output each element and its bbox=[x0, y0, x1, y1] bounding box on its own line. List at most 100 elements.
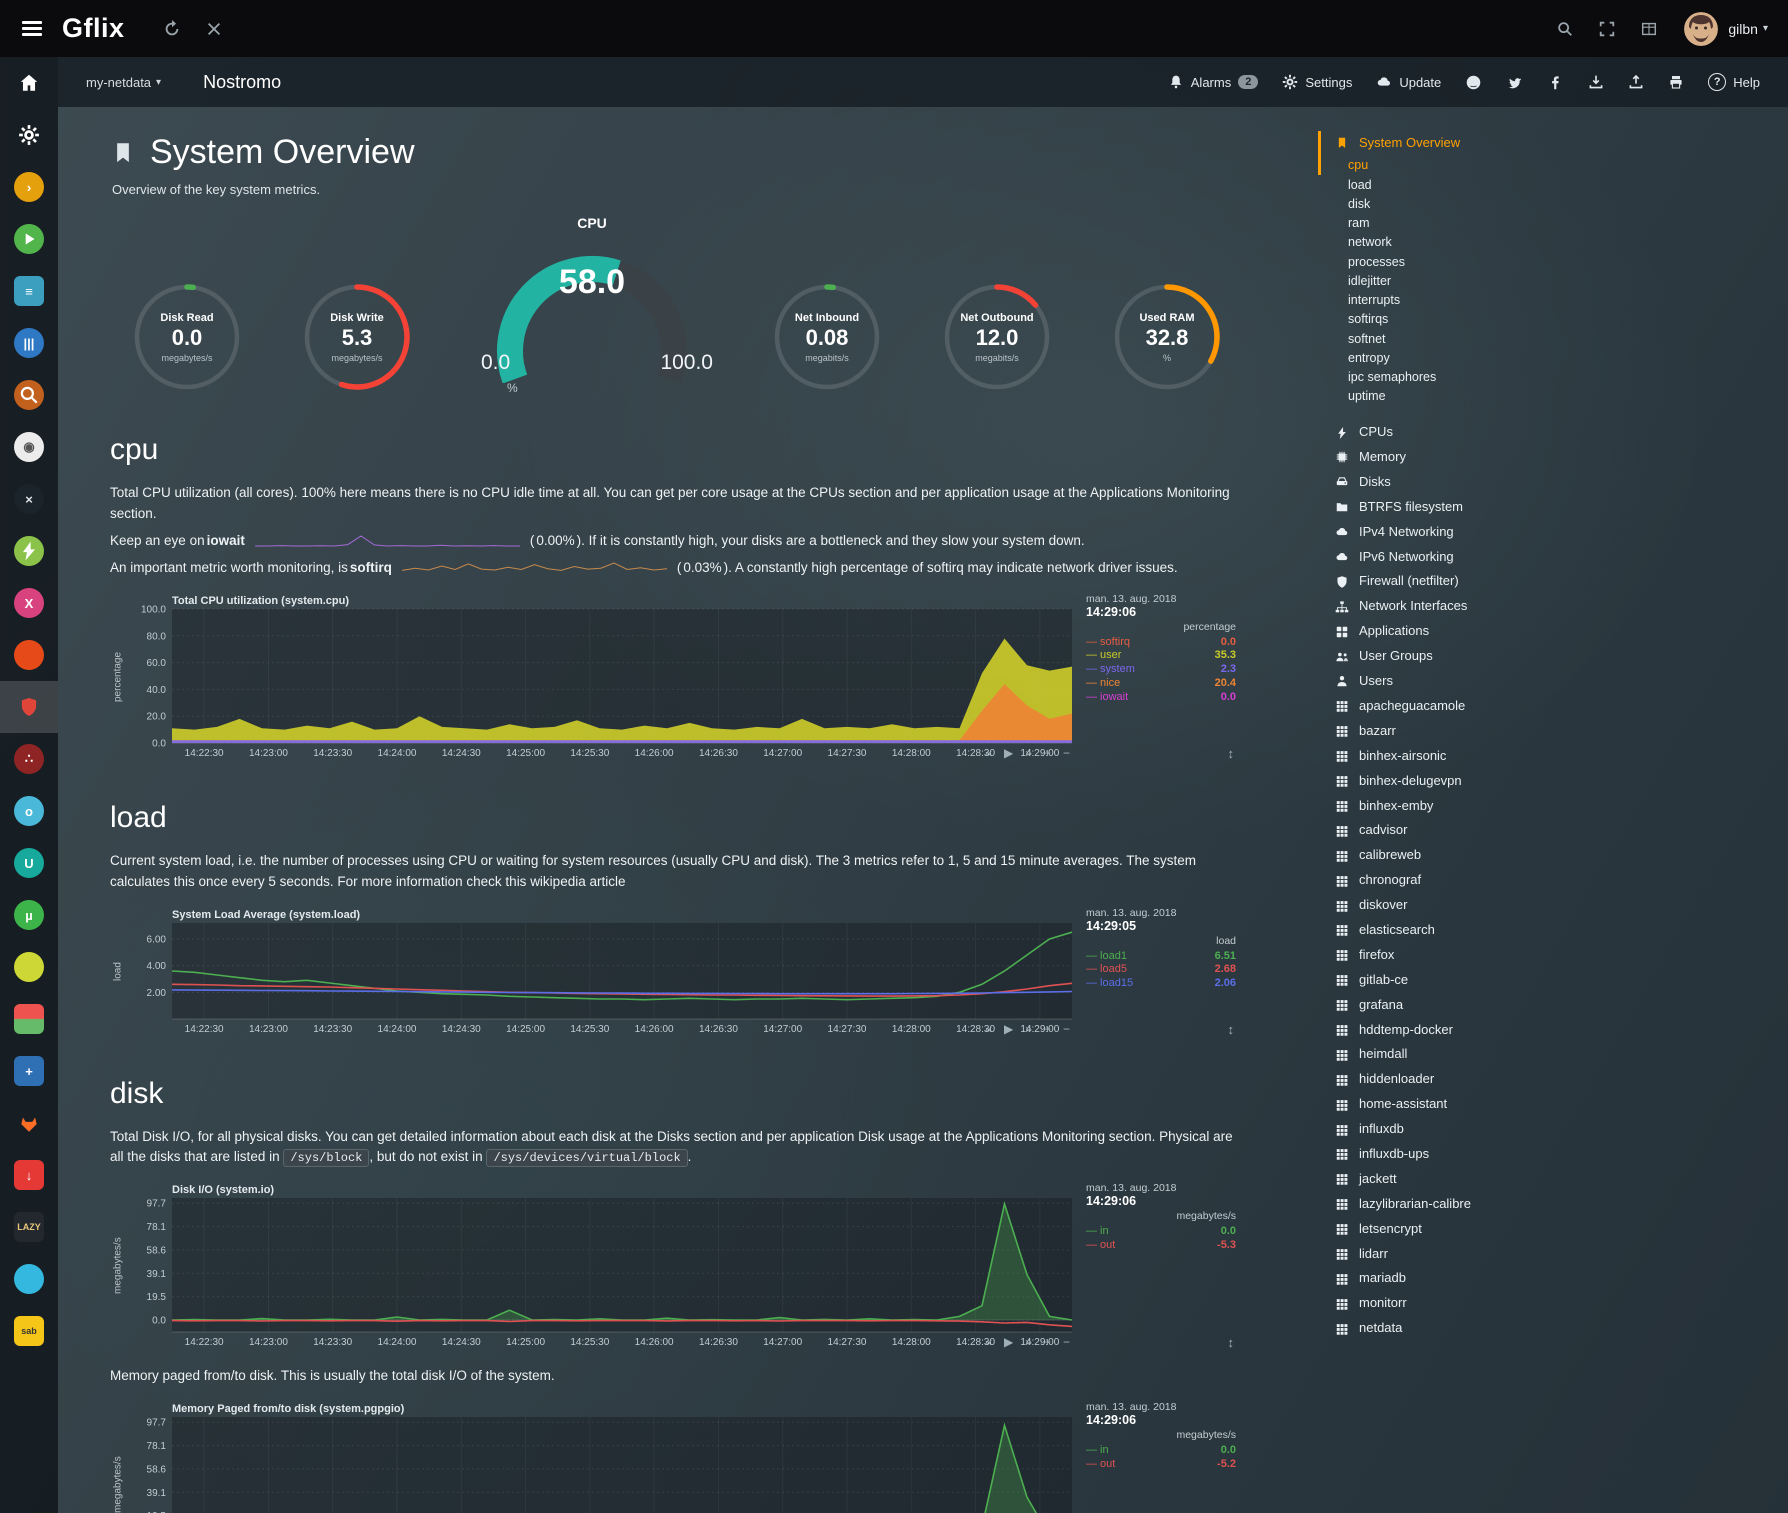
pan-end-button[interactable]: » bbox=[1025, 1022, 1032, 1036]
menu-memory[interactable]: Memory bbox=[1318, 445, 1788, 470]
rail-app-17[interactable]: µ bbox=[0, 889, 58, 941]
play-button[interactable]: ▶ bbox=[1004, 1335, 1013, 1349]
menu-jackett[interactable]: jackett bbox=[1318, 1167, 1788, 1192]
chart-system-load[interactable]: load14:22:3014:23:0014:23:3014:24:0014:2… bbox=[110, 907, 1284, 1037]
menu-softnet[interactable]: softnet bbox=[1318, 329, 1788, 348]
rail-app-lazylibrarian[interactable]: LAZY bbox=[0, 1201, 58, 1253]
pan-start-button[interactable]: « bbox=[985, 746, 992, 760]
menu-lazylibrarian-calibre[interactable]: lazylibrarian-calibre bbox=[1318, 1192, 1788, 1217]
home[interactable] bbox=[0, 57, 58, 109]
tabs-view-icon[interactable] bbox=[1640, 20, 1658, 38]
brand[interactable]: Gflix bbox=[62, 13, 125, 44]
user-menu[interactable]: gilbn ▾ bbox=[1728, 21, 1768, 37]
settings-button[interactable]: Settings bbox=[1282, 74, 1352, 90]
chart-system-pgpgio[interactable]: megabytes/s14:22:3014:23:0014:23:3014:24… bbox=[110, 1401, 1284, 1513]
menu-user-groups[interactable]: User Groups bbox=[1318, 644, 1788, 669]
menu-btrfs-filesystem[interactable]: BTRFS filesystem bbox=[1318, 495, 1788, 520]
menu-uptime[interactable]: uptime bbox=[1318, 387, 1788, 406]
zoom-out-button[interactable]: − bbox=[1063, 746, 1070, 760]
rail-app-jackett[interactable] bbox=[0, 369, 58, 421]
menu-ipv4-networking[interactable]: IPv4 Networking bbox=[1318, 520, 1788, 545]
rail-app-22[interactable]: ↓ bbox=[0, 1149, 58, 1201]
menu-interrupts[interactable]: interrupts bbox=[1318, 291, 1788, 310]
play-button[interactable]: ▶ bbox=[1004, 746, 1013, 760]
pan-end-button[interactable]: » bbox=[1025, 1335, 1032, 1349]
menu-netdata[interactable]: netdata bbox=[1318, 1316, 1788, 1341]
menu-system-overview[interactable]: System Overview bbox=[1318, 131, 1788, 156]
resize-handle[interactable]: ↕ bbox=[1228, 746, 1235, 761]
avatar[interactable] bbox=[1684, 12, 1718, 46]
menu-home-assistant[interactable]: home-assistant bbox=[1318, 1092, 1788, 1117]
menu-calibreweb[interactable]: calibreweb bbox=[1318, 843, 1788, 868]
print-button[interactable] bbox=[1668, 74, 1684, 90]
zoom-in-button[interactable]: + bbox=[1044, 1022, 1051, 1036]
refresh-icon[interactable] bbox=[163, 20, 181, 38]
fullscreen-icon[interactable] bbox=[1598, 20, 1616, 38]
menu-load[interactable]: load bbox=[1318, 175, 1788, 194]
rail-app-organizr[interactable]: × bbox=[0, 473, 58, 525]
menu-chronograf[interactable]: chronograf bbox=[1318, 868, 1788, 893]
menu-processes[interactable]: processes bbox=[1318, 252, 1788, 271]
menu-firefox[interactable]: firefox bbox=[1318, 943, 1788, 968]
menu-ram[interactable]: ram bbox=[1318, 214, 1788, 233]
rail-app-airsonic[interactable]: ||| bbox=[0, 317, 58, 369]
menu-users[interactable]: Users bbox=[1318, 669, 1788, 694]
menu-gitlab-ce[interactable]: gitlab-ce bbox=[1318, 968, 1788, 993]
legend-out[interactable]: — out-5.3 bbox=[1086, 1239, 1236, 1253]
rail-app-14[interactable]: ∴ bbox=[0, 733, 58, 785]
pan-start-button[interactable]: « bbox=[985, 1335, 992, 1349]
menu-firewall-netfilter[interactable]: Firewall (netfilter) bbox=[1318, 569, 1788, 594]
menu-bazarr[interactable]: bazarr bbox=[1318, 719, 1788, 744]
github-link[interactable] bbox=[1465, 74, 1482, 91]
pan-start-button[interactable]: « bbox=[985, 1022, 992, 1036]
menu-apacheguacamole[interactable]: apacheguacamole bbox=[1318, 694, 1788, 719]
iowait-sparkline[interactable] bbox=[255, 534, 520, 548]
legend-load15[interactable]: — load152.06 bbox=[1086, 977, 1236, 991]
rail-app-sabnzbd[interactable]: sab bbox=[0, 1305, 58, 1357]
rail-app-11[interactable]: X bbox=[0, 577, 58, 629]
menu-cpu[interactable]: cpu bbox=[1318, 156, 1788, 175]
menu-ipv6-networking[interactable]: IPv6 Networking bbox=[1318, 545, 1788, 570]
menu-cadvisor[interactable]: cadvisor bbox=[1318, 818, 1788, 843]
menu-idlejitter[interactable]: idlejitter bbox=[1318, 271, 1788, 290]
softirq-sparkline[interactable] bbox=[402, 561, 667, 575]
menu-heimdall[interactable]: heimdall bbox=[1318, 1042, 1788, 1067]
menu-mariadb[interactable]: mariadb bbox=[1318, 1266, 1788, 1291]
menu-binhex-emby[interactable]: binhex-emby bbox=[1318, 794, 1788, 819]
chart-system-io[interactable]: megabytes/s14:22:3014:23:0014:23:3014:24… bbox=[110, 1182, 1284, 1350]
menu-icon[interactable] bbox=[16, 12, 48, 46]
gauge-net-outbound[interactable]: Net Outbound12.0megabits/s bbox=[941, 281, 1053, 393]
play-button[interactable]: ▶ bbox=[1004, 1022, 1013, 1036]
menu-binhex-airsonic[interactable]: binhex-airsonic bbox=[1318, 744, 1788, 769]
menu-hddtemp-docker[interactable]: hddtemp-docker bbox=[1318, 1018, 1788, 1043]
rail-app-netdata[interactable] bbox=[0, 681, 58, 733]
facebook-link[interactable] bbox=[1547, 74, 1564, 91]
rail-app-gitlab[interactable] bbox=[0, 1097, 58, 1149]
legend-nice[interactable]: — nice20.4 bbox=[1086, 677, 1236, 691]
export-button[interactable] bbox=[1628, 74, 1644, 90]
menu-applications[interactable]: Applications bbox=[1318, 619, 1788, 644]
menu-entropy[interactable]: entropy bbox=[1318, 348, 1788, 367]
menu-letsencrypt[interactable]: letsencrypt bbox=[1318, 1217, 1788, 1242]
menu-lidarr[interactable]: lidarr bbox=[1318, 1242, 1788, 1267]
rail-app-16[interactable]: U bbox=[0, 837, 58, 889]
menu-elasticsearch[interactable]: elasticsearch bbox=[1318, 918, 1788, 943]
server-dropdown[interactable]: my-netdata ▾ bbox=[86, 75, 161, 90]
chart-system-cpu[interactable]: percentage14:22:3014:23:0014:23:3014:24:… bbox=[110, 593, 1284, 761]
resize-handle[interactable]: ↕ bbox=[1228, 1022, 1235, 1037]
twitter-link[interactable] bbox=[1506, 74, 1523, 91]
menu-diskover[interactable]: diskover bbox=[1318, 893, 1788, 918]
update-button[interactable]: Update bbox=[1376, 74, 1441, 90]
gauge-used-ram[interactable]: Used RAM32.8% bbox=[1111, 281, 1223, 393]
legend-iowait[interactable]: — iowait0.0 bbox=[1086, 691, 1236, 705]
gauge-net-inbound[interactable]: Net Inbound0.08megabits/s bbox=[771, 281, 883, 393]
rail-app-8[interactable]: ◉ bbox=[0, 421, 58, 473]
menu-binhex-delugevpn[interactable]: binhex-delugevpn bbox=[1318, 769, 1788, 794]
menu-disk[interactable]: disk bbox=[1318, 194, 1788, 213]
legend-in[interactable]: — in0.0 bbox=[1086, 1225, 1236, 1239]
menu-network[interactable]: network bbox=[1318, 233, 1788, 252]
rail-app-20[interactable]: + bbox=[0, 1045, 58, 1097]
zoom-in-button[interactable]: + bbox=[1044, 1335, 1051, 1349]
rail-app-plex[interactable]: › bbox=[0, 161, 58, 213]
legend-load5[interactable]: — load52.68 bbox=[1086, 963, 1236, 977]
